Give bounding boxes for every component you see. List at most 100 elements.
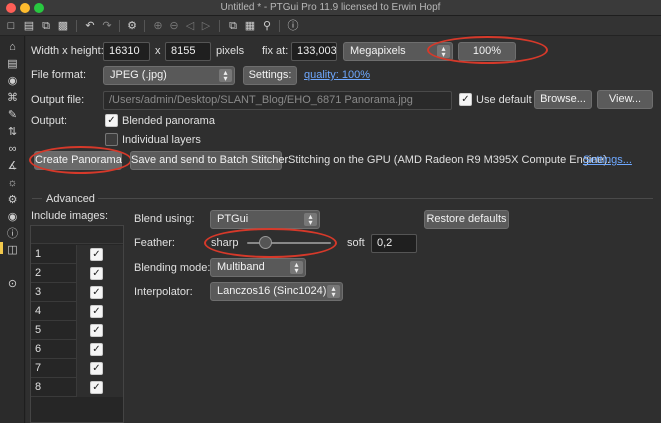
table-row[interactable]: 3 ✓ [31, 283, 123, 302]
table-row[interactable]: 5 ✓ [31, 321, 123, 340]
zoom-in-icon[interactable]: ⊕ [150, 18, 166, 34]
output-label: Output: [31, 115, 68, 127]
close-window-button[interactable] [6, 3, 16, 13]
create-panorama-button[interactable]: Create Panorama [34, 151, 122, 170]
output-file-field[interactable]: /Users/admin/Desktop/SLANT_Blog/EHO_6871… [103, 91, 452, 110]
include-image-checkbox[interactable]: ✓ [90, 248, 103, 261]
zoom-window-button[interactable] [34, 3, 44, 13]
save-icon[interactable]: ▩ [55, 18, 71, 34]
table-row[interactable]: 7 ✓ [31, 359, 123, 378]
size-label: Width x height: [31, 45, 104, 57]
next-icon[interactable]: ▷ [198, 18, 214, 34]
individual-layers-label: Individual layers [122, 134, 201, 146]
toolbar: □ ▤ ⧉ ▩ ↶ ↷ ⚙ ⊕ ⊖ ◁ ▷ ⧉ ▦ ⚲ ⓘ [0, 16, 661, 36]
fix-mode-select[interactable]: Megapixels ▴ ▾ [343, 42, 453, 61]
blend-using-label: Blend using: [134, 213, 195, 225]
image-number: 6 [35, 343, 42, 355]
table-row[interactable]: 4 ✓ [31, 302, 123, 321]
browse-button[interactable]: Browse... [534, 90, 592, 109]
image-number: 4 [35, 305, 42, 317]
collapse-icon[interactable]: ⊙ [5, 277, 20, 292]
height-field[interactable]: 8155 [165, 42, 211, 61]
format-settings-button[interactable]: Settings: [243, 66, 297, 85]
blend-using-select[interactable]: PTGui ▴ ▾ [210, 210, 320, 229]
settings-icon[interactable]: ⚙ [5, 193, 20, 208]
include-image-checkbox[interactable]: ✓ [90, 343, 103, 356]
save-project-icon[interactable]: ▤ [21, 18, 37, 34]
image-number: 8 [35, 381, 42, 393]
image-number: 3 [35, 286, 42, 298]
interpolator-select[interactable]: Lanczos16 (Sinc1024) ▴ ▾ [210, 282, 343, 301]
prev-icon[interactable]: ◁ [182, 18, 198, 34]
include-image-checkbox[interactable]: ✓ [90, 362, 103, 375]
preview-icon[interactable]: ◉ [5, 210, 20, 225]
help-icon[interactable]: ⓘ [285, 18, 301, 34]
table-row[interactable]: 1 ✓ [31, 245, 123, 264]
fix-at-label: fix at: [262, 45, 289, 57]
feather-value-field[interactable]: 0,2 [371, 234, 417, 253]
pixels-label: pixels [216, 45, 245, 57]
chevron-up-down-icon: ▴ ▾ [304, 213, 317, 227]
file-format-select[interactable]: JPEG (.jpg) ▴ ▾ [103, 66, 235, 85]
panorama-editor-icon[interactable]: ⧉ [225, 18, 241, 34]
mask-icon[interactable]: ✎ [5, 108, 20, 123]
width-field[interactable]: 16310 [103, 42, 150, 61]
pin-icon[interactable]: ⚲ [259, 18, 275, 34]
table-row[interactable]: 8 ✓ [31, 378, 123, 397]
chevron-up-down-icon: ▴ ▾ [290, 261, 303, 275]
use-default-label: Use default [476, 94, 532, 106]
active-indicator [0, 242, 3, 254]
advanced-divider-left [32, 198, 42, 199]
blending-mode-select[interactable]: Multiband ▴ ▾ [210, 258, 306, 277]
panorama-icon[interactable]: ◫ [5, 243, 20, 258]
images-icon[interactable]: ▤ [5, 57, 20, 72]
gpu-settings-link[interactable]: Settings... [583, 154, 632, 166]
title-bar: Untitled * - PTGui Pro 11.9 licensed to … [0, 0, 661, 16]
include-images-table: 1 ✓ 2 ✓ 3 ✓ 4 ✓ 5 ✓ 6 ✓ 7 ✓ 8 ✓ [30, 225, 124, 423]
interpolator-value: Lanczos16 (Sinc1024) [217, 285, 327, 297]
home-icon[interactable]: ⌂ [5, 40, 20, 55]
use-default-checkbox[interactable]: ✓ [459, 93, 472, 106]
redo-icon[interactable]: ↷ [99, 18, 115, 34]
fix-at-field[interactable]: 133,003 [291, 42, 337, 61]
control-points-icon[interactable]: ∞ [5, 142, 20, 157]
feather-soft-label: soft [347, 237, 365, 249]
duplicate-icon[interactable]: ⧉ [38, 18, 54, 34]
blending-mode-label: Blending mode: [134, 262, 211, 274]
output-file-label: Output file: [31, 94, 85, 106]
percent-button[interactable]: 100% [458, 42, 516, 61]
chevron-up-down-icon: ▴ ▾ [219, 69, 232, 83]
image-number: 2 [35, 267, 42, 279]
crop-icon[interactable]: ⌘ [5, 91, 20, 106]
table-icon[interactable]: ▦ [242, 18, 258, 34]
include-image-checkbox[interactable]: ✓ [90, 286, 103, 299]
blended-panorama-checkbox[interactable]: ✓ [105, 114, 118, 127]
batch-stitcher-button[interactable]: Save and send to Batch Stitcher [130, 151, 288, 170]
sidebar: ⌂ ▤ ◉ ⌘ ✎ ⇅ ∞ ∡ ☼ ⚙ ◉ ⓘ ◫ ⊙ [0, 36, 25, 423]
minimize-window-button[interactable] [20, 3, 30, 13]
quality-link[interactable]: quality: 100% [304, 69, 370, 81]
info-icon[interactable]: ⓘ [5, 227, 20, 242]
exposure-icon[interactable]: ☼ [5, 176, 20, 191]
restore-defaults-button[interactable]: Restore defaults [424, 210, 509, 229]
table-row[interactable]: 6 ✓ [31, 340, 123, 359]
include-image-checkbox[interactable]: ✓ [90, 305, 103, 318]
table-row[interactable]: 2 ✓ [31, 264, 123, 283]
settings-icon[interactable]: ⚙ [124, 18, 140, 34]
include-image-checkbox[interactable]: ✓ [90, 381, 103, 394]
size-x-label: x [155, 45, 161, 57]
include-image-checkbox[interactable]: ✓ [90, 267, 103, 280]
camera-icon[interactable]: ◉ [5, 74, 20, 89]
include-image-checkbox[interactable]: ✓ [90, 324, 103, 337]
optimizer-icon[interactable]: ∡ [5, 159, 20, 174]
undo-icon[interactable]: ↶ [82, 18, 98, 34]
feather-slider-knob[interactable] [259, 236, 272, 249]
new-project-icon[interactable]: □ [3, 18, 19, 34]
view-button[interactable]: View... [597, 90, 653, 109]
fix-mode-value: Megapixels [350, 45, 406, 57]
feather-label: Feather: [134, 237, 175, 249]
blending-mode-value: Multiband [217, 261, 265, 273]
zoom-out-icon[interactable]: ⊖ [166, 18, 182, 34]
individual-layers-checkbox[interactable] [105, 133, 118, 146]
adjust-icon[interactable]: ⇅ [5, 125, 20, 140]
